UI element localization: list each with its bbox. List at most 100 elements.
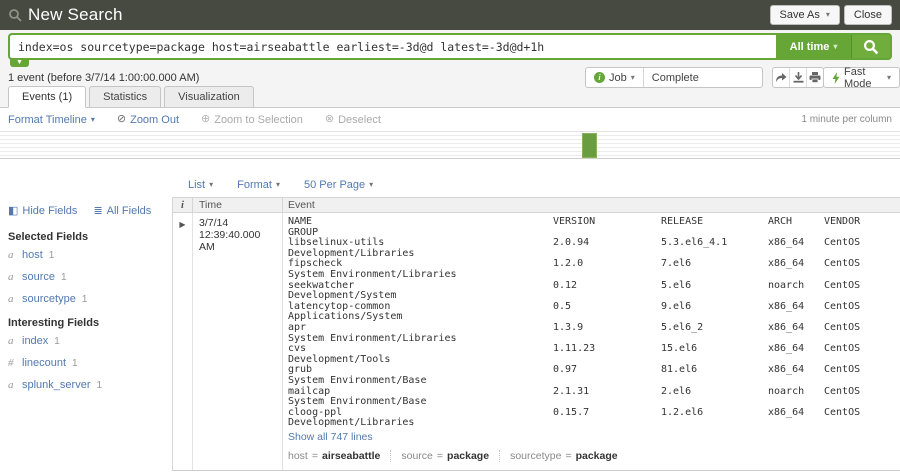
list-view-button[interactable]: List▾ [188, 179, 213, 191]
package-group: System Environment/Libraries [288, 270, 900, 281]
package-vendor: CentOS [824, 302, 900, 313]
lightning-icon [832, 72, 840, 84]
package-group: System Environment/Base [288, 376, 900, 387]
info-icon: i [594, 72, 605, 83]
chevron-down-icon: ▾ [276, 181, 280, 189]
print-button[interactable] [807, 68, 823, 87]
all-fields-button[interactable]: ≣All Fields [93, 205, 151, 217]
result-tabs: Events (1) Statistics Visualization [8, 86, 254, 108]
package-version: 1.3.9 [553, 323, 661, 334]
share-button[interactable] [773, 68, 790, 87]
equals-sign: = [437, 450, 443, 462]
interesting-fields-heading: Interesting Fields [8, 317, 162, 329]
page-title: New Search [28, 5, 123, 25]
event-field-value: package [447, 450, 489, 462]
package-vendor: CentOS [824, 238, 900, 249]
fields-sidebar: ◧Hide Fields ≣All Fields Selected Fields… [0, 197, 170, 474]
package-arch: x86_64 [768, 365, 824, 376]
event-field-source[interactable]: source = package [401, 450, 500, 462]
tab-events[interactable]: Events (1) [8, 86, 86, 108]
tab-visualization[interactable]: Visualization [164, 86, 254, 107]
field-type-icon: a [8, 293, 16, 305]
field-name: splunk_server [22, 379, 90, 391]
event-field-values: host=airseabattlesource=packagesourcetyp… [288, 447, 900, 466]
package-arch: x86_64 [768, 259, 824, 270]
package-release: 5.3.el6_4.1 [661, 238, 768, 249]
package-release: 5.el6 [661, 281, 768, 292]
search-submit-button[interactable] [852, 35, 890, 58]
format-results-button[interactable]: Format▾ [237, 179, 280, 191]
event-field-value: airseabattle [322, 450, 380, 462]
selected-field-source[interactable]: asource1 [8, 271, 162, 283]
selected-field-host[interactable]: ahost1 [8, 249, 162, 261]
field-type-icon: a [8, 335, 16, 347]
package-release: 9.el6 [661, 302, 768, 313]
hide-fields-icon: ◧ [8, 206, 18, 217]
field-count: 1 [49, 250, 55, 261]
package-version: 1.11.23 [553, 344, 661, 355]
results-toolbar: List▾ Format▾ 50 Per Page▾ [188, 176, 373, 194]
package-arch: noarch [768, 281, 824, 292]
package-group: System Environment/Base [288, 397, 900, 408]
zoom-out-button[interactable]: ⊘Zoom Out [117, 114, 179, 126]
zoom-out-icon: ⊘ [117, 114, 126, 125]
time-range-picker[interactable]: All time▾ [776, 35, 852, 58]
field-name: linecount [22, 357, 66, 369]
deselect-button[interactable]: ⊗Deselect [325, 114, 381, 126]
package-release: 7.el6 [661, 259, 768, 270]
field-name: host [22, 249, 43, 261]
format-timeline-button[interactable]: Format Timeline▾ [8, 114, 95, 126]
per-page-button[interactable]: 50 Per Page▾ [304, 179, 373, 191]
hide-fields-button[interactable]: ◧Hide Fields [8, 205, 77, 217]
interesting-field-linecount[interactable]: #linecount1 [8, 357, 162, 369]
show-all-lines-link[interactable]: Show all 747 lines [288, 431, 373, 443]
chevron-down-icon: ▾ [369, 181, 373, 189]
package-version: 0.15.7 [553, 408, 661, 419]
expand-event-icon[interactable]: ▶ [179, 220, 185, 229]
zoom-to-selection-button[interactable]: ⊕Zoom to Selection [201, 114, 303, 126]
chevron-down-icon: ▾ [887, 74, 891, 82]
close-button[interactable]: Close [844, 5, 892, 25]
selected-field-sourcetype[interactable]: asourcetype1 [8, 293, 162, 305]
equals-sign: = [312, 450, 318, 462]
timeline-bar[interactable] [582, 133, 597, 158]
job-action-icons [772, 67, 824, 88]
package-version: 1.2.0 [553, 259, 661, 270]
field-count: 1 [72, 358, 78, 369]
package-version: VERSION [553, 217, 661, 228]
package-vendor: CentOS [824, 365, 900, 376]
field-type-icon: a [8, 271, 16, 283]
interesting-field-splunk_server[interactable]: asplunk_server1 [8, 379, 162, 391]
job-menu-button[interactable]: i Job ▾ [586, 68, 644, 87]
selected-fields-heading: Selected Fields [8, 231, 162, 243]
title-bar: New Search Save As▾ Close [0, 0, 900, 30]
package-vendor: CentOS [824, 408, 900, 419]
printer-icon [809, 72, 821, 83]
field-count: 1 [54, 336, 60, 347]
event-field-host[interactable]: host = airseabattle [288, 450, 391, 462]
chevron-down-icon: ▼ [16, 59, 23, 66]
search-mode-button[interactable]: Fast Mode ▾ [823, 67, 900, 88]
package-group: Applications/System [288, 312, 900, 323]
search-query-input[interactable] [10, 35, 776, 58]
job-group: i Job ▾ Complete [585, 67, 763, 88]
tab-statistics[interactable]: Statistics [89, 86, 161, 107]
export-button[interactable] [790, 68, 807, 87]
event-field-key: host [288, 450, 308, 462]
job-status-text: Complete [644, 72, 707, 84]
interesting-field-index[interactable]: aindex1 [8, 335, 162, 347]
package-vendor: CentOS [824, 344, 900, 355]
event-field-key: source [401, 450, 433, 462]
package-release: 15.el6 [661, 344, 768, 355]
timeline-controls: Format Timeline▾ ⊘Zoom Out ⊕Zoom to Sele… [0, 109, 900, 130]
event-field-value: package [576, 450, 618, 462]
events-table: i Time Event ▶ 3/7/14 12:39:40.000 AM NA… [172, 197, 900, 471]
package-arch: x86_64 [768, 302, 824, 313]
package-arch: x86_64 [768, 238, 824, 249]
package-group: Development/Libraries [288, 418, 900, 429]
event-field-sourcetype[interactable]: sourcetype=package [510, 450, 628, 462]
save-as-button[interactable]: Save As▾ [770, 5, 840, 25]
event-timeline-chart[interactable] [0, 131, 900, 159]
event-timestamp: 3/7/14 12:39:40.000 AM [193, 213, 283, 470]
field-type-icon: a [8, 379, 16, 391]
